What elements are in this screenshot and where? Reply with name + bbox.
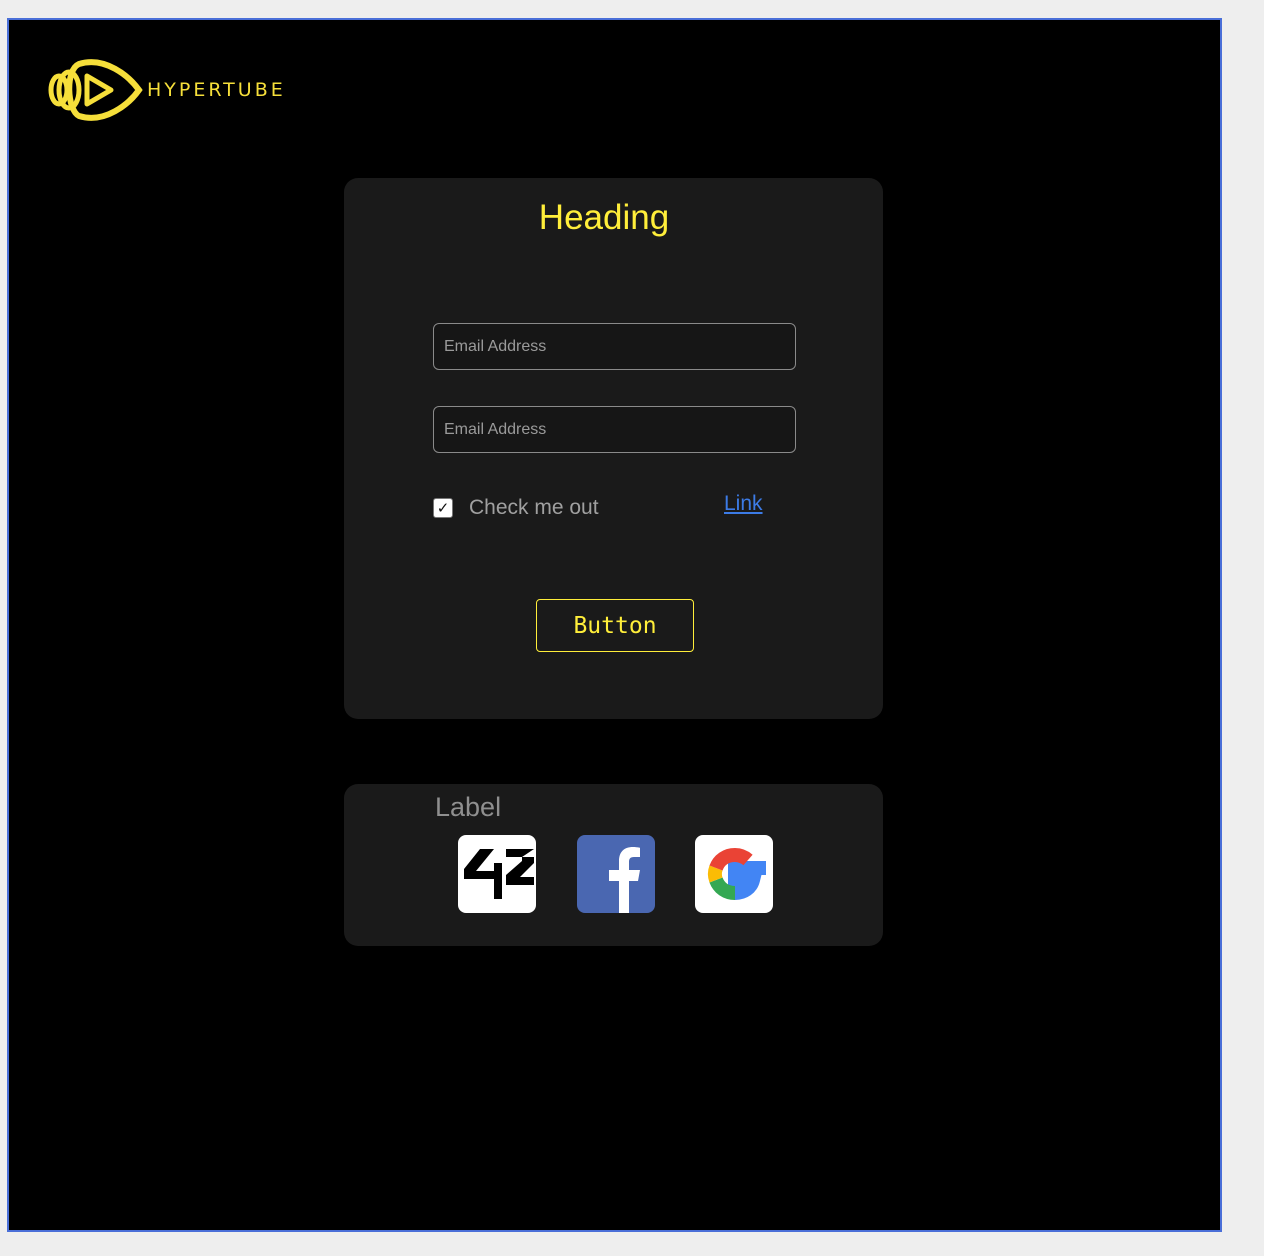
app-frame: HYPERTUBE Heading ✓ Check me out Link Bu… (7, 18, 1222, 1232)
brand-name: HYPERTUBE (147, 79, 286, 101)
oauth-label: Label (435, 792, 502, 822)
login-facebook-button[interactable] (577, 835, 655, 913)
brand-logo[interactable]: HYPERTUBE (47, 54, 286, 126)
checkmark-icon: ✓ (436, 499, 450, 517)
checkbox-row: ✓ Check me out (433, 496, 599, 520)
checkbox-label: Check me out (469, 496, 599, 519)
email-field-secondary[interactable] (433, 406, 796, 453)
login-google-button[interactable] (695, 835, 773, 913)
facebook-icon (609, 847, 640, 913)
form-link[interactable]: Link (724, 492, 763, 516)
email-field[interactable] (433, 323, 796, 370)
check-me-out-checkbox[interactable]: ✓ (433, 498, 453, 518)
login-42-button[interactable] (458, 835, 536, 913)
login-card: Heading ✓ Check me out Link Button (344, 178, 883, 719)
google-icon (707, 847, 766, 900)
submit-button[interactable]: Button (536, 599, 694, 652)
oauth-card: Label (344, 784, 883, 946)
form-heading: Heading (538, 198, 670, 237)
42-logo-icon (464, 849, 534, 899)
hypertube-logo-icon (48, 59, 143, 121)
